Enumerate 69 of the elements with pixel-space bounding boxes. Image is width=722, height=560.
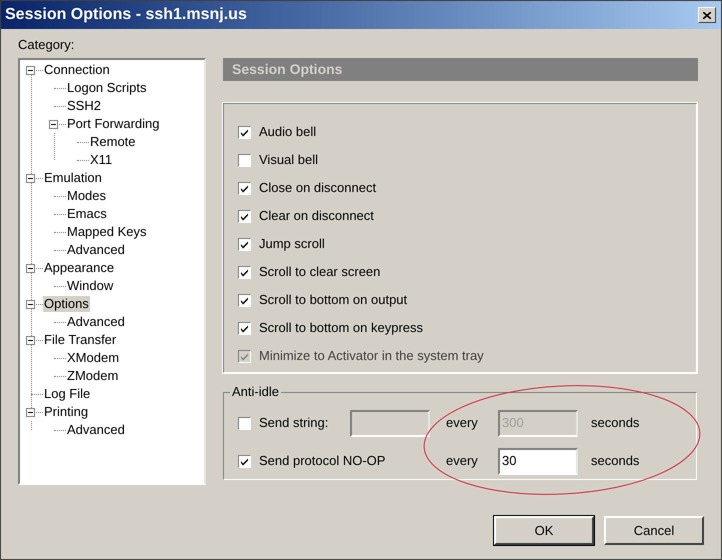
tree-item[interactable]: Advanced [66, 242, 126, 258]
checkbox[interactable] [238, 182, 251, 194]
every-label: every [446, 452, 479, 470]
checkbox[interactable] [238, 266, 251, 278]
checkbox[interactable] [238, 210, 251, 222]
collapse-icon[interactable] [26, 174, 35, 182]
option-label[interactable]: Visual bell [259, 150, 318, 170]
option-label[interactable]: Clear on disconnect [259, 206, 374, 226]
collapse-icon[interactable] [26, 264, 35, 272]
checkmark-icon [240, 268, 249, 276]
option-label[interactable]: Scroll to bottom on keypress [259, 318, 424, 338]
tree-item[interactable]: Emacs [66, 206, 108, 222]
checkbox[interactable] [238, 294, 251, 306]
window-title: Session Options - ssh1.msnj.us [5, 5, 247, 25]
checkbox[interactable] [238, 416, 251, 430]
tree-item[interactable]: Advanced [66, 422, 126, 438]
tree-item[interactable]: Modes [66, 188, 108, 204]
tree-item[interactable]: Mapped Keys [66, 224, 148, 240]
checkmark-icon [240, 324, 249, 332]
unit-label: seconds [591, 414, 640, 432]
checkmark-icon [240, 296, 249, 304]
tree-item[interactable]: SSH2 [66, 98, 102, 114]
checkbox[interactable] [238, 322, 251, 334]
tree-item[interactable]: Port Forwarding [66, 116, 160, 132]
interval-field[interactable]: 30 [498, 448, 578, 474]
option-label[interactable]: Audio bell [259, 122, 316, 142]
checkbox[interactable] [238, 238, 251, 250]
tree-item[interactable]: Window [66, 278, 114, 294]
close-icon [703, 12, 711, 18]
tree-item[interactable]: Appearance [43, 260, 116, 276]
tree-item[interactable]: Connection [43, 62, 111, 78]
checkbox[interactable] [238, 154, 251, 166]
option-label[interactable]: Jump scroll [259, 234, 325, 254]
checkmark-icon [240, 128, 249, 136]
checkmark-icon [240, 212, 249, 220]
collapse-icon[interactable] [26, 66, 35, 74]
close-button[interactable] [698, 7, 716, 23]
checkmark-icon [240, 184, 249, 192]
tree-item[interactable]: X11 [89, 152, 114, 168]
option-label[interactable]: Send string: [259, 413, 328, 433]
collapse-icon[interactable] [26, 408, 35, 416]
option-label[interactable]: Scroll to clear screen [259, 262, 380, 282]
panel-title: Session Options [232, 60, 342, 79]
category-label: Category: [18, 37, 76, 53]
dialog-button[interactable]: OK [494, 516, 594, 545]
tree-item[interactable]: File Transfer [43, 332, 118, 348]
checkbox[interactable] [238, 454, 251, 468]
tree-item[interactable]: ZModem [66, 368, 120, 384]
tree-item[interactable]: Printing [43, 404, 90, 420]
checkmark-icon [240, 352, 249, 360]
collapse-icon[interactable] [26, 300, 35, 308]
tree-item[interactable]: Remote [89, 134, 137, 150]
every-label: every [446, 414, 479, 432]
checkmark-icon [240, 240, 249, 248]
tree-item[interactable]: Options [43, 296, 90, 312]
option-label[interactable]: Scroll to bottom on output [259, 290, 408, 310]
tree-item[interactable]: Log File [43, 386, 92, 402]
tree-item[interactable]: XModem [66, 350, 120, 366]
tree-item[interactable]: Logon Scripts [66, 80, 148, 96]
dialog-button[interactable]: Cancel [604, 516, 704, 545]
option-label[interactable]: Send protocol NO-OP [259, 451, 386, 471]
option-label[interactable]: Close on disconnect [259, 178, 376, 198]
collapse-icon[interactable] [49, 120, 58, 128]
tree-item[interactable]: Emulation [43, 170, 103, 186]
unit-label: seconds [591, 452, 640, 470]
checkmark-icon [240, 456, 249, 466]
tree-item[interactable]: Advanced [66, 314, 126, 330]
collapse-icon[interactable] [26, 336, 35, 344]
checkbox[interactable] [238, 126, 251, 138]
